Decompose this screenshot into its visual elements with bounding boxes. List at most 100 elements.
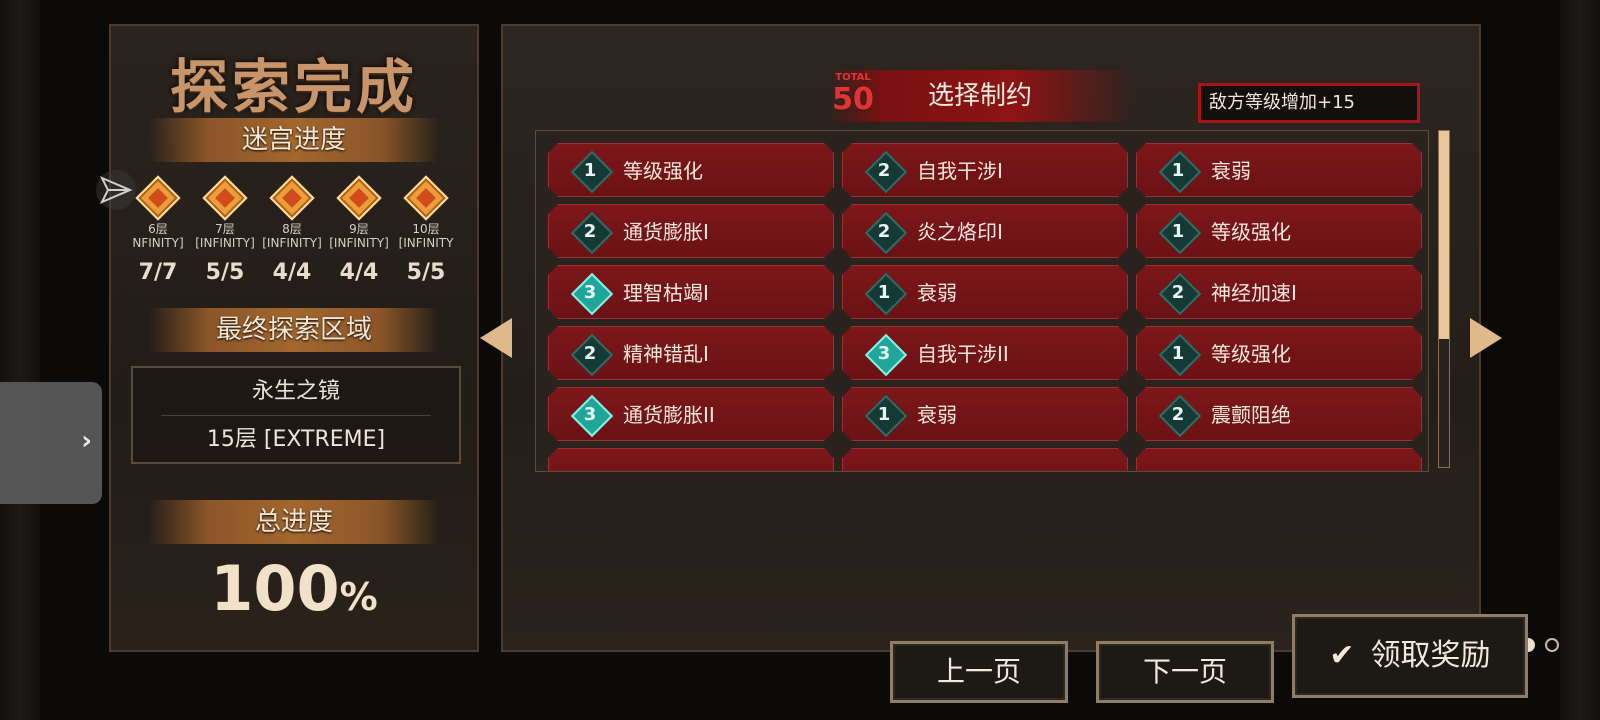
floor-item: 10层 [INFINITY 5/5 (393, 175, 459, 285)
constraint-label: 衰弱 (917, 403, 957, 427)
floor-number: 8层 (282, 222, 302, 236)
constraint-level: 3 (583, 282, 597, 303)
chevron-right-icon: › (81, 426, 92, 456)
constraint-label: 精神错乱I (623, 342, 709, 366)
constraint-card[interactable]: 3 理智枯竭I (548, 265, 834, 319)
constraint-label: 理智枯竭I (623, 281, 709, 305)
floor-number: 6层 (148, 222, 168, 236)
constraint-card[interactable]: 2 神经加速I (1136, 265, 1422, 319)
page-dot[interactable] (1545, 638, 1559, 652)
constraint-label: 衰弱 (917, 281, 957, 305)
constraint-header-title: 选择制约 (928, 81, 1033, 111)
constraint-grid: 1 等级强化 2 自我干涉I 1 衰弱 2 通货膨胀I 2 炎之烙印I 1 等级… (535, 130, 1429, 472)
constraint-card-partial[interactable] (548, 448, 834, 472)
constraint-label: 自我干涉II (917, 342, 1009, 366)
floor-number: 9层 (349, 222, 369, 236)
left-frame-decoration (0, 0, 40, 720)
constraint-level: 1 (877, 404, 891, 425)
scrollbar-thumb[interactable] (1439, 131, 1449, 339)
constraint-summary-box: 敌方等级增加+15 (1198, 83, 1420, 123)
final-area-floor: 15层 [EXTREME] (206, 427, 386, 452)
floor-medal-icon (202, 175, 248, 221)
total-badge: TOTAL 50 (830, 72, 876, 116)
exploration-summary-panel: 探索完成 迷宫进度 6层 NFINITY] 7/7 7层 [INFINITY] … (109, 24, 479, 652)
constraint-level: 3 (583, 404, 597, 425)
floor-item: 8层 [INFINITY] 4/4 (259, 175, 325, 285)
constraint-label: 震颤阻绝 (1211, 403, 1291, 427)
constraint-level: 2 (583, 343, 597, 364)
constraint-label: 神经加速I (1211, 281, 1297, 305)
constraint-card[interactable]: 3 自我干涉II (842, 326, 1128, 380)
check-icon: ✔ (1329, 638, 1355, 673)
final-area-name: 永生之镜 (251, 379, 340, 404)
floor-count: 4/4 (272, 260, 312, 285)
constraint-label: 通货膨胀I (623, 220, 709, 244)
constraint-label: 炎之烙印I (917, 220, 1003, 244)
constraint-level: 2 (877, 221, 891, 242)
floor-medal-icon (336, 175, 382, 221)
floor-count: 5/5 (406, 260, 446, 285)
floor-count: 4/4 (339, 260, 379, 285)
constraint-level: 1 (877, 282, 891, 303)
constraint-card[interactable]: 2 自我干涉I (842, 143, 1128, 197)
final-area-banner: 最终探索区域 (149, 308, 439, 352)
floor-item: 7层 [INFINITY] 5/5 (192, 175, 258, 285)
prev-page-button[interactable]: 上一页 (890, 641, 1068, 703)
constraint-header: TOTAL 50 选择制约 (828, 70, 1138, 122)
side-drawer-tab[interactable]: › (0, 382, 102, 504)
floor-number: 7层 (215, 222, 235, 236)
constraint-card[interactable]: 1 衰弱 (1136, 143, 1422, 197)
constraint-card[interactable]: 2 精神错乱I (548, 326, 834, 380)
constraint-card[interactable]: 2 震颤阻绝 (1136, 387, 1422, 441)
constraint-card[interactable]: 1 等级强化 (1136, 326, 1422, 380)
floor-mode: [INFINITY (398, 236, 454, 250)
constraint-label: 衰弱 (1211, 159, 1251, 183)
floor-item: 9层 [INFINITY] 4/4 (326, 175, 392, 285)
constraint-card[interactable]: 1 等级强化 (1136, 204, 1422, 258)
claim-reward-button[interactable]: ✔ 领取奖励 (1292, 614, 1528, 698)
floor-medal-icon (269, 175, 315, 221)
constraint-card[interactable]: 1 等级强化 (548, 143, 834, 197)
constraint-level: 2 (583, 221, 597, 242)
constraint-level: 1 (1171, 343, 1185, 364)
constraint-label: 通货膨胀II (623, 403, 715, 427)
send-icon[interactable] (96, 170, 136, 210)
constraint-card[interactable]: 1 衰弱 (842, 387, 1128, 441)
constraint-label: 等级强化 (1211, 220, 1291, 244)
constraint-label: 等级强化 (623, 159, 703, 183)
constraint-level: 2 (1171, 404, 1185, 425)
total-progress-banner: 总进度 (149, 500, 439, 544)
total-progress-value: 100% (111, 552, 477, 625)
maze-progress-banner: 迷宫进度 (149, 118, 439, 162)
constraint-level: 1 (1171, 221, 1185, 242)
floor-medal-icon (135, 175, 181, 221)
total-progress-number: 100 (210, 552, 340, 625)
prev-arrow-icon[interactable] (480, 318, 512, 358)
constraint-level: 2 (877, 160, 891, 181)
constraint-card[interactable]: 2 通货膨胀I (548, 204, 834, 258)
constraint-card[interactable]: 1 衰弱 (842, 265, 1128, 319)
total-progress-unit: % (339, 575, 378, 619)
claim-reward-label: 领取奖励 (1370, 638, 1491, 673)
constraint-scrollbar[interactable] (1438, 130, 1450, 468)
constraint-card-partial[interactable] (842, 448, 1128, 472)
floor-medal-icon (403, 175, 449, 221)
constraint-level: 1 (1171, 160, 1185, 181)
floor-number: 10层 (412, 222, 440, 236)
next-page-button[interactable]: 下一页 (1096, 641, 1274, 703)
constraint-level: 3 (877, 343, 891, 364)
floor-count: 5/5 (205, 260, 245, 285)
constraint-level: 2 (1171, 282, 1185, 303)
constraint-card-partial[interactable] (1136, 448, 1422, 472)
next-arrow-icon[interactable] (1470, 318, 1502, 358)
constraint-level: 1 (583, 160, 597, 181)
right-frame-decoration (1560, 0, 1600, 720)
total-value: 50 (832, 82, 874, 117)
constraint-label: 等级强化 (1211, 342, 1291, 366)
constraint-label: 自我干涉I (917, 159, 1003, 183)
constraint-selection-panel: TOTAL 50 选择制约 敌方等级增加+15 1 等级强化 2 自我干涉I 1… (501, 24, 1559, 652)
exploration-complete-title: 探索完成 (169, 53, 418, 121)
constraint-card[interactable]: 2 炎之烙印I (842, 204, 1128, 258)
constraint-card[interactable]: 3 通货膨胀II (548, 387, 834, 441)
floor-count: 7/7 (138, 260, 178, 285)
